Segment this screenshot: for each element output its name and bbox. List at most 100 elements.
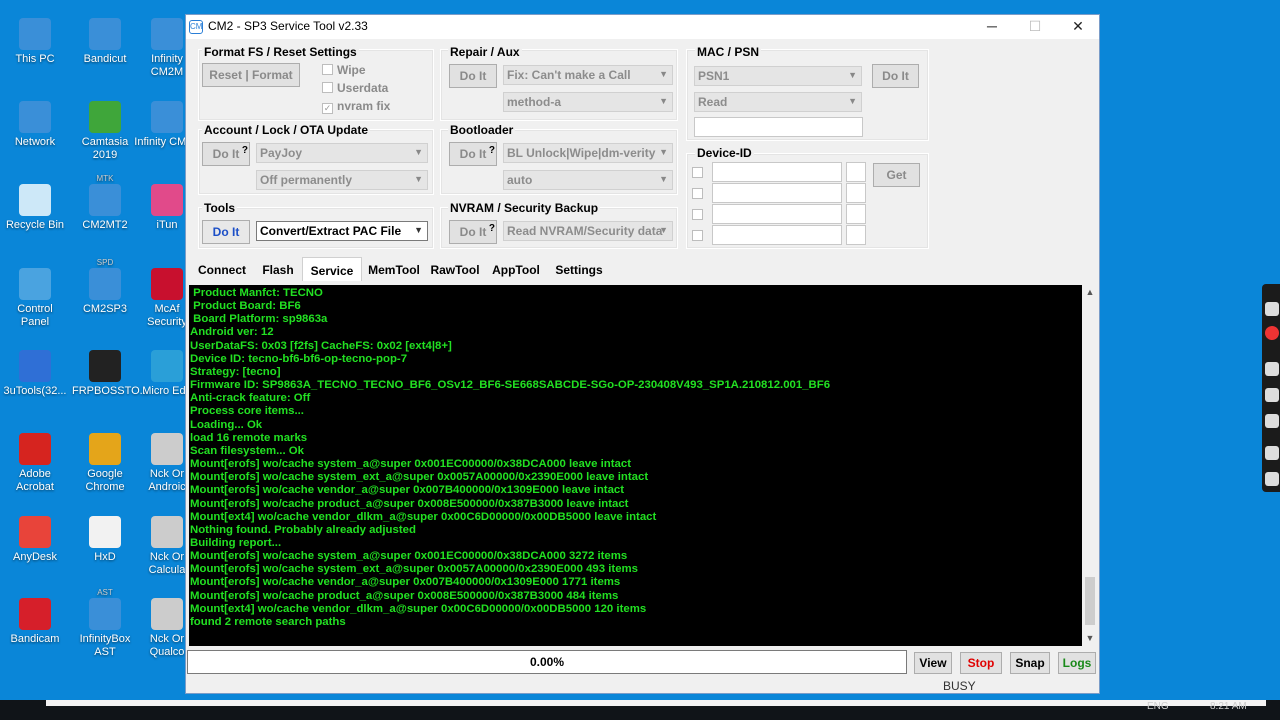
help-icon[interactable]: ?: [489, 218, 495, 240]
bootloader-option-select[interactable]: BL Unlock|Wipe|dm-verity ▼: [503, 143, 673, 163]
scroll-down-icon[interactable]: ▼: [1082, 631, 1098, 645]
app-icon: [151, 268, 183, 300]
account-option-select[interactable]: PayJoy ▼: [256, 143, 428, 163]
device-id-field[interactable]: [712, 162, 842, 182]
device-id-checkbox[interactable]: [692, 230, 703, 241]
device-id-checkbox[interactable]: [692, 209, 703, 220]
desktop-icon[interactable]: This PC: [2, 18, 68, 66]
repair-fix-select[interactable]: Fix: Can't make a Call ▼: [503, 65, 673, 85]
device-id-field[interactable]: [712, 204, 842, 224]
bootloader-mode-select[interactable]: auto ▼: [503, 170, 673, 190]
gear-icon[interactable]: [1265, 472, 1279, 486]
nvram-title: NVRAM / Security Backup: [448, 201, 601, 215]
desktop-icon[interactable]: Network: [2, 101, 68, 149]
close-button[interactable]: ✕: [1057, 15, 1099, 39]
nvram-do-it-button[interactable]: Do It?: [449, 220, 497, 244]
camera-icon[interactable]: [1265, 302, 1279, 316]
chevron-down-icon: ▼: [848, 70, 857, 80]
mac-do-it-button[interactable]: Do It: [872, 64, 919, 88]
tab-rawtool[interactable]: RawTool: [426, 259, 484, 281]
mac-value-input[interactable]: [694, 117, 863, 137]
bootloader-option-value: BL Unlock|Wipe|dm-verity: [507, 146, 656, 160]
userdata-checkbox[interactable]: Userdata: [322, 81, 388, 95]
scroll-up-icon[interactable]: ▲: [1082, 285, 1098, 299]
speaker-icon[interactable]: [1265, 388, 1279, 402]
chevron-down-icon: ▼: [659, 225, 668, 235]
bootloader-do-it-button[interactable]: Do It?: [449, 142, 497, 166]
account-mode-select[interactable]: Off permanently ▼: [256, 170, 428, 190]
desktop-icon[interactable]: Camtasia 2019: [72, 101, 138, 162]
device-id-small-field[interactable]: [846, 162, 866, 182]
desktop-icon[interactable]: HxD: [72, 516, 138, 564]
mac-mode-select[interactable]: Read ▼: [694, 92, 862, 112]
desktop-icon[interactable]: 3uTools(32...: [2, 350, 68, 398]
maximize-button[interactable]: ☐: [1014, 15, 1056, 39]
tab-settings[interactable]: Settings: [548, 259, 610, 281]
minimize-button[interactable]: ─: [971, 15, 1013, 39]
repair-do-it-button[interactable]: Do It: [449, 64, 497, 88]
repair-method-select[interactable]: method-a ▼: [503, 92, 673, 112]
title-bar[interactable]: CM CM2 - SP3 Service Tool v2.33 ─ ☐ ✕: [186, 15, 1099, 39]
mac-psn-title: MAC / PSN: [695, 45, 762, 59]
device-id-checkbox[interactable]: [692, 188, 703, 199]
desktop-icon[interactable]: InfinityBox AST: [72, 598, 138, 659]
device-id-small-field[interactable]: [846, 183, 866, 203]
record-icon[interactable]: [1265, 326, 1279, 340]
tools-option-select[interactable]: Convert/Extract PAC File ▼: [256, 221, 428, 241]
window-icon[interactable]: [1265, 446, 1279, 460]
nvram-option-select[interactable]: Read NVRAM/Security data ▼: [503, 221, 673, 241]
nvram-fix-checkbox[interactable]: ✓ nvram fix: [322, 99, 390, 114]
desktop-icon[interactable]: AnyDesk: [2, 516, 68, 564]
log-console[interactable]: Product Manfct: TECNO Product Board: BF6…: [189, 285, 1082, 646]
device-id-field[interactable]: [712, 225, 842, 245]
desktop-icon[interactable]: Control Panel: [2, 268, 68, 329]
psn-select[interactable]: PSN1 ▼: [694, 66, 862, 86]
log-line: Mount[ext4] wo/cache vendor_dlkm_a@super…: [190, 510, 657, 523]
nvram-do-it-label: Do It: [459, 225, 487, 239]
log-line: Mount[ext4] wo/cache vendor_dlkm_a@super…: [190, 602, 647, 615]
device-id-field[interactable]: [712, 183, 842, 203]
clock[interactable]: 8:21 AM: [1210, 701, 1247, 712]
snap-button[interactable]: Snap: [1010, 652, 1050, 674]
reset-format-button[interactable]: Reset | Format: [202, 63, 300, 87]
desktop-icon-label: This PC: [15, 53, 55, 65]
scroll-thumb[interactable]: [1085, 577, 1095, 625]
wipe-checkbox[interactable]: Wipe: [322, 63, 366, 77]
tab-apptool[interactable]: AppTool: [486, 259, 546, 281]
webcam-icon[interactable]: [1265, 414, 1279, 428]
logs-button[interactable]: Logs: [1058, 652, 1096, 674]
tab-flash[interactable]: Flash: [256, 259, 300, 281]
desktop-icon[interactable]: Recycle Bin: [2, 184, 68, 232]
status-text: BUSY: [943, 679, 976, 693]
desktop-icon[interactable]: Bandicut: [72, 18, 138, 66]
desktop-icon[interactable]: CM2MT2: [72, 184, 138, 232]
microphone-icon[interactable]: [1265, 362, 1279, 376]
app-icon: [89, 184, 121, 216]
language-indicator[interactable]: ENG: [1147, 701, 1169, 712]
desktop-icon[interactable]: CM2SP3: [72, 268, 138, 316]
device-id-small-field[interactable]: [846, 225, 866, 245]
device-id-small-field[interactable]: [846, 204, 866, 224]
log-line: load 16 remote marks: [190, 431, 308, 444]
get-device-id-button[interactable]: Get: [873, 163, 920, 187]
desktop-icon[interactable]: FRPBOSSTO...: [72, 350, 149, 398]
device-id-checkbox[interactable]: [692, 167, 703, 178]
app-icon: [89, 101, 121, 133]
log-line: Board Platform: sp9863a: [190, 313, 328, 326]
log-scrollbar[interactable]: ▲ ▼: [1082, 285, 1098, 646]
tab-connect[interactable]: Connect: [190, 259, 254, 281]
view-button[interactable]: View: [914, 652, 952, 674]
tab-service[interactable]: Service: [302, 257, 362, 281]
tools-do-it-button[interactable]: Do It: [202, 220, 250, 244]
stop-button[interactable]: Stop: [960, 652, 1002, 674]
log-line: Firmware ID: SP9863A_TECNO_TECNO_BF6_OSv…: [190, 379, 831, 392]
desktop-icon[interactable]: Adobe Acrobat: [2, 433, 68, 494]
desktop-icon[interactable]: Bandicam: [2, 598, 68, 646]
desktop-icon[interactable]: Google Chrome: [72, 433, 138, 494]
account-do-it-button[interactable]: Do It?: [202, 142, 250, 166]
help-icon[interactable]: ?: [489, 140, 495, 162]
help-icon[interactable]: ?: [242, 140, 248, 162]
desktop-icon-label: Recycle Bin: [5, 219, 65, 231]
recorder-toolbar: [1262, 284, 1280, 492]
tab-memtool[interactable]: MemTool: [364, 259, 424, 281]
